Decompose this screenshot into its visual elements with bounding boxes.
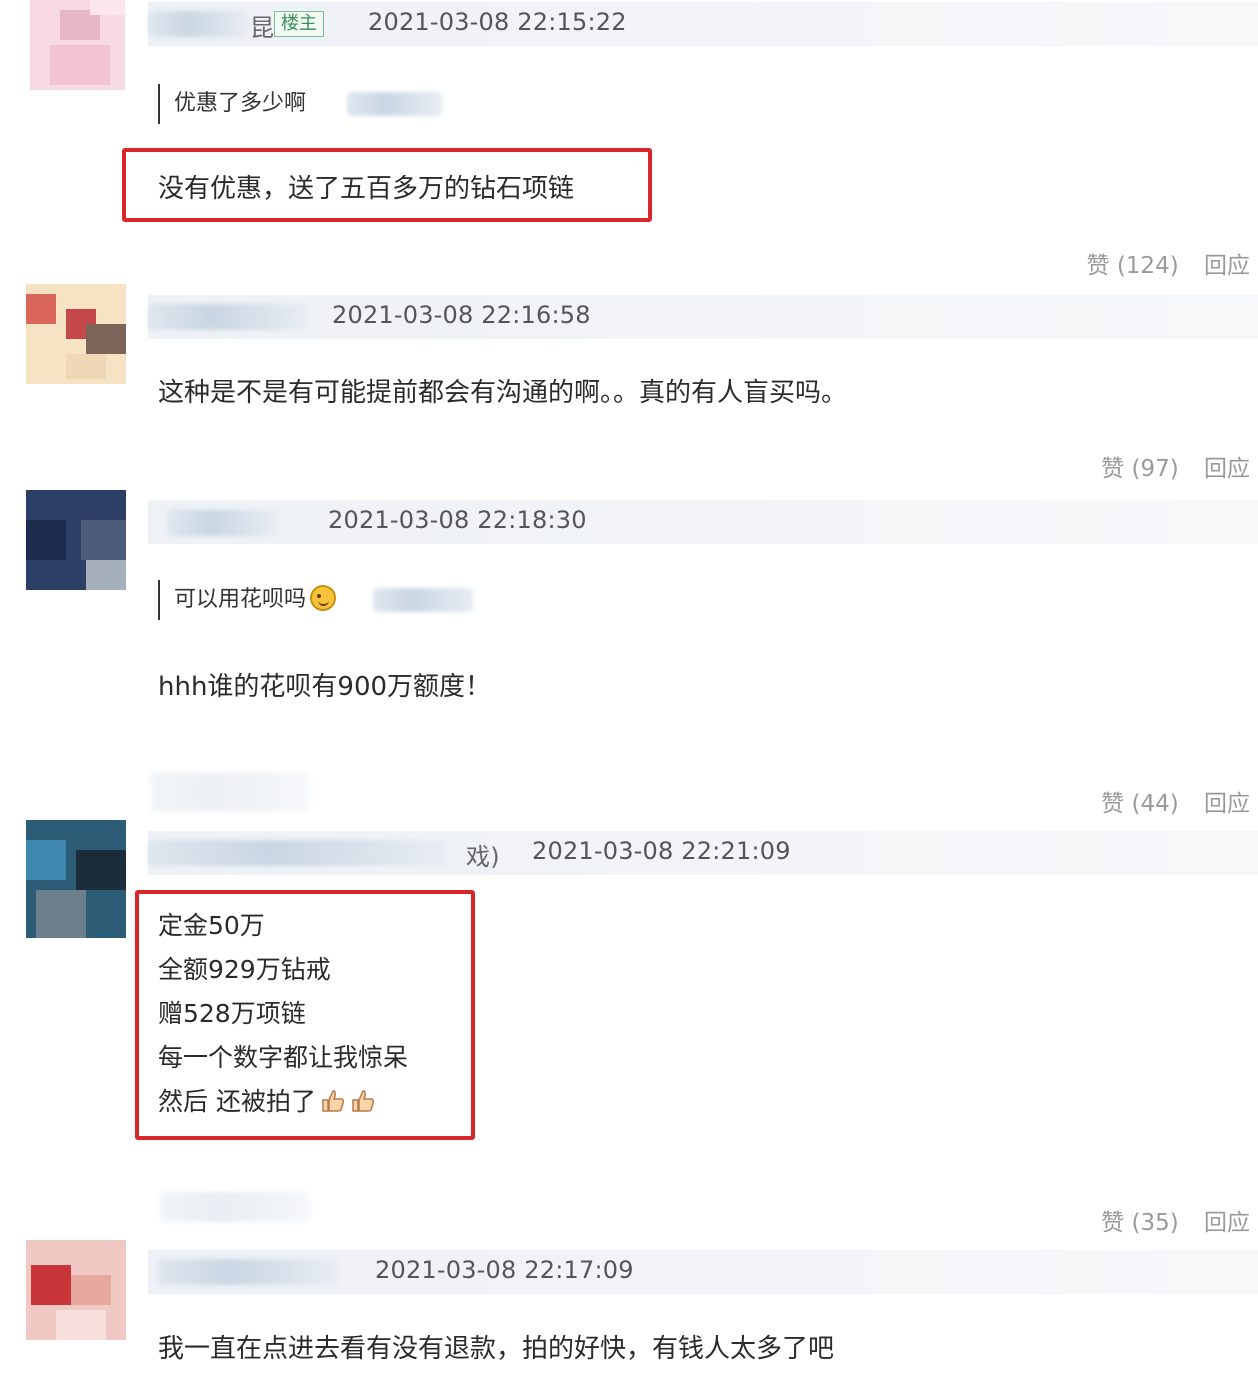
like-button[interactable]: 赞 (124) <box>1087 253 1179 279</box>
comment-timestamp: 2021-03-08 22:21:09 <box>532 837 791 865</box>
comment-content: 这种是不是有可能提前都会有沟通的啊。。真的有人盲买吗。 <box>158 378 848 408</box>
comment-content: 我一直在点进去看有没有退款，拍的好快，有钱人太多了吧 <box>158 1334 835 1364</box>
username-fragment: 戏) <box>466 843 500 871</box>
like-button[interactable]: 赞 (35) <box>1101 1210 1179 1236</box>
reply-button[interactable]: 回应 <box>1204 791 1250 817</box>
thumbs-up-icon <box>322 1090 345 1112</box>
thumbs-up-icon <box>352 1090 375 1112</box>
avatar[interactable] <box>30 0 125 90</box>
username-redacted <box>148 11 248 37</box>
quoted-text: 优惠了多少啊 <box>174 91 307 116</box>
comment-timestamp: 2021-03-08 22:17:09 <box>375 1256 634 1284</box>
comment-4: 戏) 2021-03-08 22:21:09 定金50万 全额929万钻戒 赠5… <box>0 816 1258 1146</box>
comment-timestamp: 2021-03-08 22:18:30 <box>328 506 587 534</box>
comment-3: 2021-03-08 22:18:30 可以用花呗吗 hhh谁的花呗有900万额… <box>0 480 1258 720</box>
wink-emoji-icon <box>310 585 337 611</box>
comment-timestamp: 2021-03-08 22:16:58 <box>332 301 591 329</box>
comment-meta-bar: 戏) 2021-03-08 22:21:09 <box>148 831 1258 875</box>
redacted-area <box>160 1192 310 1222</box>
quoted-text: 可以用花呗吗 <box>174 587 307 612</box>
redacted-area <box>150 772 310 812</box>
reply-button[interactable]: 回应 <box>1204 1210 1250 1236</box>
comment-actions: 赞 (97) 回应 <box>1083 449 1250 483</box>
like-button[interactable]: 赞 (97) <box>1101 456 1179 482</box>
comment-content: hhh谁的花呗有900万额度！ <box>158 672 492 702</box>
username-redacted <box>168 510 278 536</box>
comment-timestamp: 2021-03-08 22:15:22 <box>368 8 627 36</box>
comment-meta-bar: 2021-03-08 22:16:58 <box>148 295 1258 339</box>
username-fragment: 昆 <box>250 14 275 42</box>
comment-actions: 赞 (44) 回应 <box>1083 784 1250 818</box>
comment-meta-bar: 2021-03-08 22:18:30 <box>148 500 1258 544</box>
quoted-comment: 可以用花呗吗 <box>158 580 474 620</box>
content-line: 然后 还被拍了 <box>158 1080 408 1124</box>
content-line: 定金50万 <box>158 911 265 940</box>
content-line: 每一个数字都让我惊呆 <box>158 1043 409 1072</box>
content-line-text: 然后 还被拍了 <box>158 1087 316 1116</box>
quoted-username-redacted <box>373 588 474 612</box>
quoted-username-redacted <box>347 92 443 116</box>
username-redacted <box>148 304 308 330</box>
comment-meta-bar: 2021-03-08 22:17:09 <box>148 1250 1258 1294</box>
comment-actions: 赞 (124) 回应 <box>1069 246 1250 280</box>
op-badge: 楼主 <box>274 11 324 37</box>
username-redacted <box>148 840 448 866</box>
comment-2: 2021-03-08 22:16:58 这种是不是有可能提前都会有沟通的啊。。真… <box>0 278 1258 448</box>
reply-button[interactable]: 回应 <box>1204 253 1250 279</box>
comment-actions: 赞 (35) 回应 <box>1083 1203 1250 1237</box>
comment-1: 昆 楼主 2021-03-08 22:15:22 优惠了多少啊 没有优惠，送了五… <box>0 0 1258 240</box>
reply-button[interactable]: 回应 <box>1204 456 1250 482</box>
avatar[interactable] <box>26 820 126 938</box>
avatar[interactable] <box>26 284 126 384</box>
content-line: 全额929万钻戒 <box>158 955 331 984</box>
comment-content: 没有优惠，送了五百多万的钻石项链 <box>158 174 575 204</box>
comment-5: 2021-03-08 22:17:09 我一直在点进去看有没有退款，拍的好快，有… <box>0 1236 1258 1386</box>
comment-meta-bar: 昆 楼主 2021-03-08 22:15:22 <box>148 2 1258 46</box>
avatar[interactable] <box>26 1240 126 1340</box>
quoted-comment: 优惠了多少啊 <box>158 84 443 124</box>
username-redacted <box>158 1259 338 1285</box>
avatar[interactable] <box>26 490 126 590</box>
comment-content: 定金50万 全额929万钻戒 赠528万项链 每一个数字都让我惊呆 然后 还被拍… <box>158 904 408 1124</box>
content-line: 赠528万项链 <box>158 999 306 1028</box>
like-button[interactable]: 赞 (44) <box>1101 791 1179 817</box>
